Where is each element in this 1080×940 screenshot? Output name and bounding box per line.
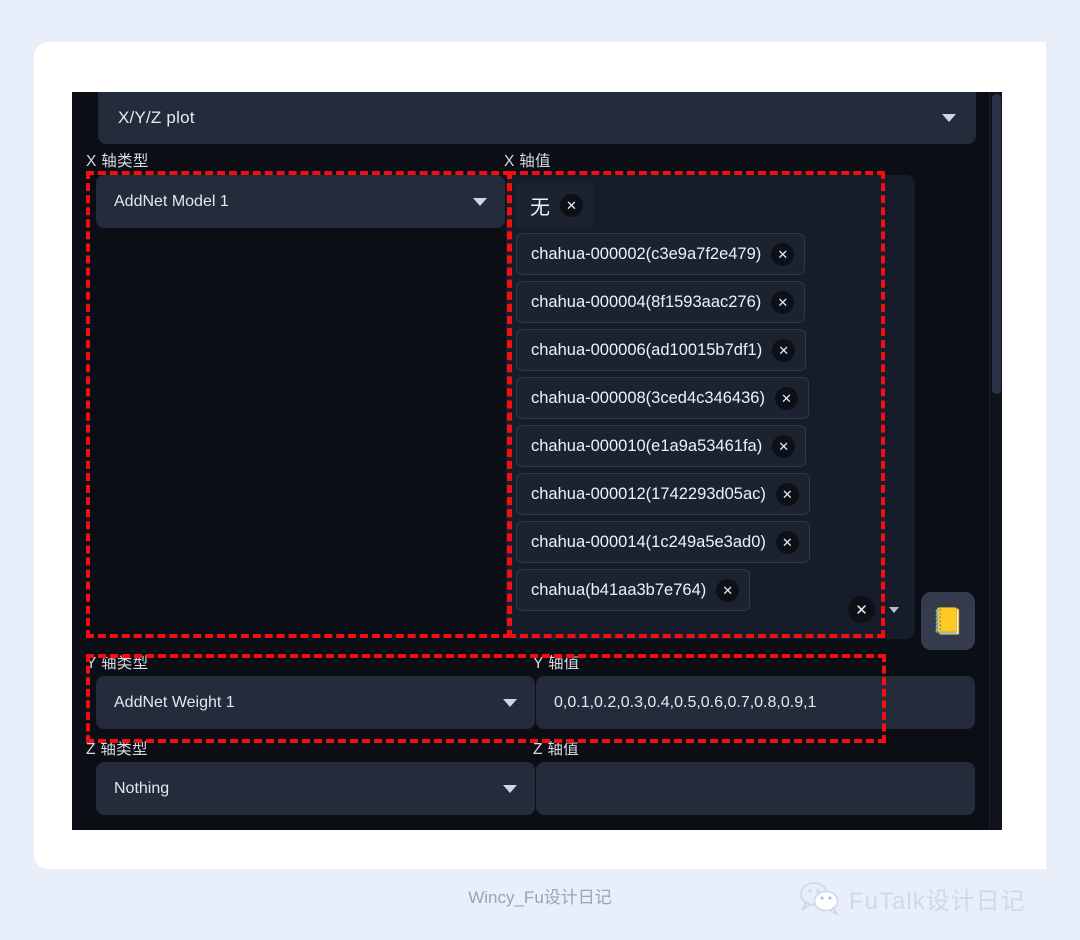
wechat-icon: [800, 882, 839, 915]
notebook-button[interactable]: 📒: [921, 592, 975, 650]
x-axis-tag[interactable]: chahua-000004(8f1593aac276) ✕: [516, 281, 806, 323]
x-axis-type-label: X 轴类型: [86, 153, 149, 170]
close-icon[interactable]: ✕: [771, 290, 795, 314]
x-axis-tag[interactable]: 无 ✕: [516, 183, 593, 227]
y-axis-type-label: Y 轴类型: [86, 655, 149, 672]
x-axis-tag-label: chahua-000004(8f1593aac276): [531, 292, 762, 311]
close-circle-icon[interactable]: ✕: [848, 596, 875, 623]
xyz-plot-panel: X/Y/Z plot X 轴类型 AddNet Model 1 X 轴值 无 ✕ c…: [72, 92, 1002, 830]
close-icon[interactable]: ✕: [774, 386, 798, 410]
z-axis-values-input[interactable]: [536, 762, 975, 815]
brand-label: FuTalk设计日记: [849, 888, 1026, 915]
x-axis-tag-label: chahua(b41aa3b7e764): [531, 580, 707, 599]
x-axis-values-multiselect[interactable]: 无 ✕ chahua-000002(c3e9a7f2e479) ✕ chahua-000…: [506, 175, 915, 639]
y-axis-type-dropdown[interactable]: AddNet Weight 1: [96, 676, 535, 729]
close-icon[interactable]: ✕: [716, 578, 740, 602]
x-axis-tag[interactable]: chahua-000010(e1a9a53461fa) ✕: [516, 425, 807, 467]
x-axis-tag[interactable]: chahua-000002(c3e9a7f2e479) ✕: [516, 233, 806, 275]
chevron-down-icon: [942, 114, 956, 122]
z-axis-values-label: Z 轴值: [533, 741, 579, 758]
x-axis-values-label: X 轴值: [504, 153, 551, 170]
vertical-scrollbar-thumb[interactable]: [992, 94, 1001, 394]
x-axis-tag-label: chahua-000008(3ced4c346436): [531, 388, 765, 407]
close-icon[interactable]: ✕: [771, 242, 795, 266]
z-axis-type-value: Nothing: [114, 779, 170, 797]
y-axis-values-input[interactable]: 0,0.1,0.2,0.3,0.4,0.5,0.6,0.7,0.8,0.9,1: [536, 676, 975, 729]
notebook-icon: 📒: [931, 606, 965, 636]
x-axis-tag-label: chahua-000006(ad10015b7df1): [531, 340, 763, 359]
close-icon[interactable]: ✕: [775, 530, 799, 554]
close-icon[interactable]: ✕: [560, 193, 583, 217]
z-axis-type-dropdown[interactable]: Nothing: [96, 762, 535, 815]
x-axis-tag-label: chahua-000012(1742293d05ac): [531, 484, 766, 503]
plot-mode-value: X/Y/Z plot: [118, 108, 195, 127]
x-axis-tag[interactable]: chahua-000012(1742293d05ac) ✕: [516, 473, 810, 515]
brand-watermark: FuTalk设计日记: [800, 881, 1026, 916]
x-axis-tag-label: chahua-000010(e1a9a53461fa): [531, 436, 763, 455]
y-axis-type-value: AddNet Weight 1: [114, 693, 235, 711]
y-axis-values-value: 0,0.1,0.2,0.3,0.4,0.5,0.6,0.7,0.8,0.9,1: [554, 693, 817, 711]
chevron-down-icon: [473, 197, 487, 206]
x-axis-tag-label: chahua-000002(c3e9a7f2e479): [531, 244, 762, 263]
chevron-down-icon: [503, 698, 517, 707]
x-axis-type-dropdown[interactable]: AddNet Model 1: [96, 175, 505, 228]
y-axis-values-label: Y 轴值: [533, 655, 580, 672]
close-icon[interactable]: ✕: [772, 434, 796, 458]
chevron-down-icon: [503, 784, 517, 793]
close-icon[interactable]: ✕: [772, 338, 796, 362]
chevron-down-icon[interactable]: [889, 607, 899, 613]
x-axis-tag-list: 无 ✕ chahua-000002(c3e9a7f2e479) ✕ chahua-000…: [516, 183, 905, 611]
x-axis-tag[interactable]: chahua-000008(3ced4c346436) ✕: [516, 377, 809, 419]
x-axis-type-value: AddNet Model 1: [114, 192, 229, 210]
x-axis-tag-label: chahua-000014(1c249a5e3ad0): [531, 532, 766, 551]
close-icon[interactable]: ✕: [775, 482, 799, 506]
x-axis-tag[interactable]: chahua(b41aa3b7e764) ✕: [516, 569, 751, 611]
z-axis-type-label: Z 轴类型: [86, 741, 148, 758]
plot-mode-dropdown[interactable]: X/Y/Z plot: [98, 92, 976, 144]
x-axis-tag[interactable]: chahua-000014(1c249a5e3ad0) ✕: [516, 521, 810, 563]
screenshot-root: X/Y/Z plot X 轴类型 AddNet Model 1 X 轴值 无 ✕ c…: [0, 0, 1080, 940]
vertical-scrollbar[interactable]: [989, 92, 1002, 830]
x-axis-tag-label: 无: [530, 196, 550, 219]
x-axis-tag[interactable]: chahua-000006(ad10015b7df1) ✕: [516, 329, 807, 371]
